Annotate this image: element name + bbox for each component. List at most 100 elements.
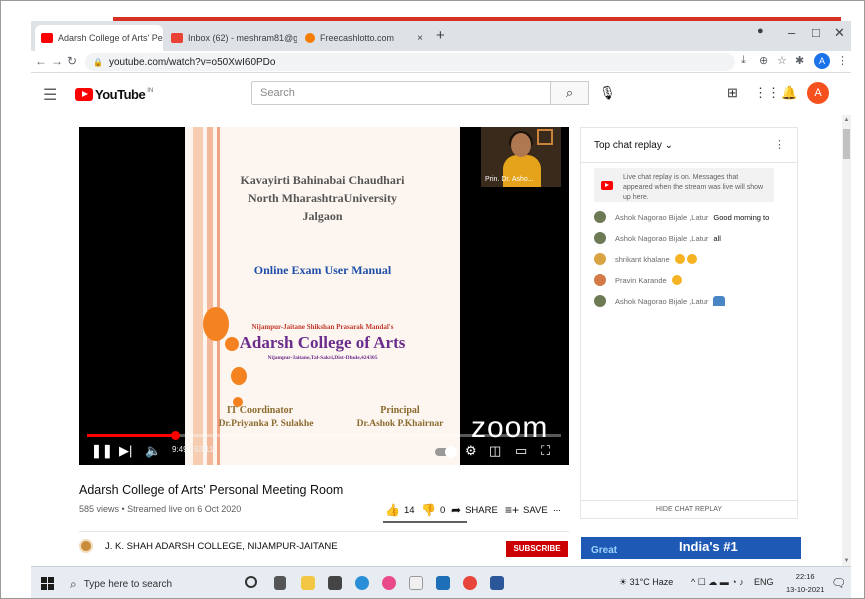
youtube-logo[interactable]: YouTube IN xyxy=(75,87,153,102)
miniplayer-icon[interactable]: ◫ xyxy=(489,443,501,459)
download-icon[interactable]: ⤓ xyxy=(741,54,746,67)
ad-left-text: Great xyxy=(591,545,618,556)
file-explorer-icon[interactable] xyxy=(301,576,315,590)
maximize-button[interactable]: □ xyxy=(812,25,820,40)
settings-gear-icon[interactable]: ⚙ xyxy=(465,443,477,459)
scrollbar-thumb[interactable] xyxy=(843,129,850,159)
new-tab-button[interactable]: + xyxy=(436,27,445,44)
hamburger-menu-icon[interactable]: ☰ xyxy=(43,85,57,105)
time-display: 9:49 / 53:11 xyxy=(172,445,214,454)
volume-icon[interactable]: 🔈 xyxy=(145,443,161,459)
theater-mode-icon[interactable]: ▭ xyxy=(515,443,527,459)
clapping-hands-icon xyxy=(671,275,682,285)
bookmark-star-icon[interactable]: ☆ xyxy=(777,54,787,67)
avatar xyxy=(594,232,606,244)
edge-icon[interactable] xyxy=(355,576,369,590)
like-count: 14 xyxy=(403,504,415,516)
ad-headline: India's #1 xyxy=(679,539,738,554)
fullscreen-icon[interactable]: ⛶ xyxy=(541,443,550,459)
subscribe-button[interactable]: SUBSCRIBE xyxy=(506,541,568,557)
channel-name[interactable]: J. K. SHAH ADARSH COLLEGE, NIJAMPUR-JAIT… xyxy=(105,541,338,552)
close-tab-icon[interactable]: × xyxy=(411,33,423,44)
duration: 53:11 xyxy=(194,445,214,454)
notification-center-icon[interactable]: 🗨 xyxy=(831,576,846,590)
taskbar-search-input[interactable]: ⌕ Type here to search xyxy=(64,569,264,598)
notes-icon[interactable] xyxy=(409,576,423,590)
youtube-logo-text: YouTube xyxy=(95,87,146,102)
tab-youtube[interactable]: Adarsh College of Arts' Perso 🔊 × xyxy=(35,25,163,51)
avatar xyxy=(594,274,606,286)
hide-chat-replay-button[interactable]: HIDE CHAT REPLAY xyxy=(581,506,797,513)
channel-row[interactable]: J. K. SHAH ADARSH COLLEGE, NIJAMPUR-JAIT… xyxy=(79,539,338,553)
tab-gmail[interactable]: Inbox (62) - meshram81@gmail. × xyxy=(165,25,297,51)
save-label: SAVE xyxy=(523,504,548,516)
search-input[interactable]: Search xyxy=(251,81,551,105)
dislike-button[interactable]: 👎 0 xyxy=(421,503,445,517)
like-ratio-bar xyxy=(383,521,467,523)
share-page-icon[interactable]: ⊕ xyxy=(759,54,768,67)
chrome-icon[interactable] xyxy=(463,576,477,590)
extensions-icon[interactable]: ✱ xyxy=(795,54,804,67)
language-indicator[interactable]: ENG xyxy=(754,577,774,587)
chat-title: Top chat replay xyxy=(594,140,662,151)
browser-profile-avatar[interactable]: A xyxy=(814,53,830,69)
forward-icon[interactable]: → xyxy=(51,54,63,68)
account-avatar[interactable]: A xyxy=(807,82,829,104)
windows-start-icon[interactable] xyxy=(41,577,54,590)
autoplay-toggle[interactable] xyxy=(435,446,457,458)
search-button[interactable]: ⌕ xyxy=(551,81,589,105)
tab-search-icon[interactable]: ● xyxy=(757,25,764,37)
tab-freecashlotto[interactable]: Freecashlotto.com × xyxy=(299,25,429,51)
chat-more-icon[interactable]: ⋮ xyxy=(774,138,785,151)
tab-label: Adarsh College of Arts' Perso xyxy=(58,33,163,43)
share-button[interactable]: ➦ SHARE xyxy=(451,503,498,517)
app-icon[interactable] xyxy=(382,576,396,590)
chat-author: Ashok Nagorao Bijale ,Latur xyxy=(615,233,709,243)
presentation-slide: Kavayirti Bahinabai Chaudhari North Mhar… xyxy=(185,127,460,465)
scroll-down-icon[interactable]: ▼ xyxy=(842,558,851,564)
chat-filter-dropdown[interactable]: Top chat replay ⌄ xyxy=(594,140,673,151)
scroll-up-icon[interactable]: ▲ xyxy=(842,117,851,123)
next-icon[interactable]: ▶| xyxy=(119,443,132,459)
youtube-header: ☰ YouTube IN Search ⌕ 🎙 ⊞ ⋮⋮ 🔔 A xyxy=(31,73,851,115)
apps-grid-icon[interactable]: ⋮⋮ xyxy=(754,85,780,101)
channel-avatar[interactable] xyxy=(79,539,93,553)
slide-org-line1: Kavayirti Bahinabai Chaudhari xyxy=(240,173,405,187)
live-chat-panel: Top chat replay ⌄ ⋮ Live chat replay is … xyxy=(580,127,798,519)
task-view-icon[interactable] xyxy=(274,576,286,590)
progress-bar[interactable] xyxy=(87,431,561,440)
ad-banner[interactable]: Great India's #1 xyxy=(581,537,801,559)
more-actions-button[interactable]: ... xyxy=(553,503,561,514)
back-icon[interactable]: ← xyxy=(35,54,47,68)
pause-icon[interactable]: ❚❚ xyxy=(91,443,113,459)
taskbar-clock[interactable]: 22:16 13-10-2021 xyxy=(786,570,824,596)
close-window-button[interactable]: ✕ xyxy=(834,25,845,41)
slide-address: Nijampur-Jaitane,Tal-Sakri,Dist-Dhule,42… xyxy=(267,355,378,361)
weather-widget[interactable]: ☀ 31°C Haze xyxy=(619,577,673,588)
chevron-down-icon: ⌄ xyxy=(664,140,673,151)
windows-taskbar: ⌕ Type here to search ☀ 31°C Haze ^ ☐ ☁ … xyxy=(31,566,851,598)
like-button[interactable]: 👍 14 xyxy=(385,503,415,517)
cortana-icon[interactable] xyxy=(245,576,257,588)
reload-icon[interactable]: ↻ xyxy=(67,54,77,68)
address-bar[interactable]: 🔒 youtube.com/watch?v=o50XwI60PDo xyxy=(85,53,735,71)
notifications-bell-icon[interactable]: 🔔 xyxy=(781,85,797,101)
progress-scrubber[interactable] xyxy=(170,431,180,440)
divider xyxy=(581,162,797,163)
video-player[interactable]: Kavayirti Bahinabai Chaudhari North Mhar… xyxy=(79,127,569,465)
page-scrollbar[interactable]: ▲ ▼ xyxy=(842,115,851,566)
mail-icon[interactable] xyxy=(436,576,450,590)
store-icon[interactable] xyxy=(328,576,342,590)
create-video-icon[interactable]: ⊞ xyxy=(727,85,738,101)
microphone-icon[interactable]: 🎙 xyxy=(599,85,616,101)
divider xyxy=(79,531,569,532)
thumbs-up-icon: 👍 xyxy=(385,503,400,517)
thumbs-down-icon: 👎 xyxy=(421,503,436,517)
minimize-button[interactable]: – xyxy=(788,25,795,40)
browser-menu-icon[interactable]: ⋮ xyxy=(837,54,848,67)
save-button[interactable]: ≡+ SAVE xyxy=(505,503,548,517)
zoom-watermark: zoom xyxy=(471,411,549,444)
word-icon[interactable] xyxy=(490,576,504,590)
clock-time: 22:16 xyxy=(795,572,815,581)
system-tray-icons[interactable]: ^ ☐ ☁ ▬ ◔ ♪ xyxy=(691,577,744,588)
